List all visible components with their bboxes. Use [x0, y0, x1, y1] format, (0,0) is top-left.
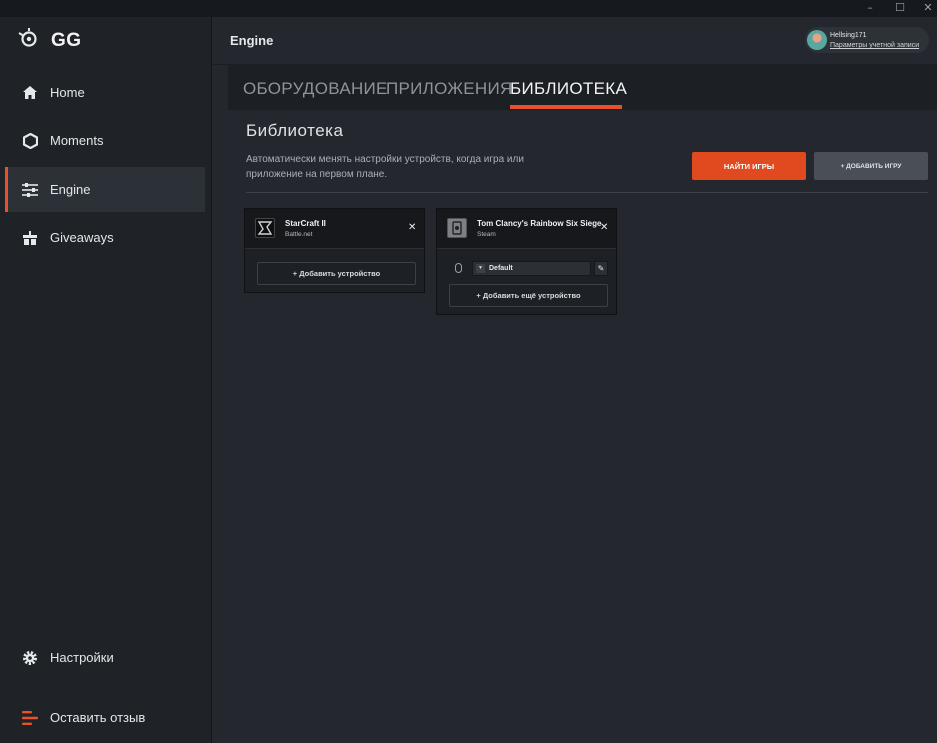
game-platform: Battle.net: [285, 231, 313, 238]
account-username: Hellsing171: [830, 32, 867, 39]
chevron-down-icon: ▼: [476, 264, 485, 273]
gift-icon: [21, 229, 39, 247]
profile-select[interactable]: ▼ Default: [472, 261, 591, 276]
add-device-button[interactable]: + Добавить устройство: [257, 262, 416, 285]
edit-profile-pencil-icon[interactable]: ✎: [594, 261, 608, 276]
tab-apps[interactable]: ПРИЛОЖЕНИЯ: [386, 79, 513, 99]
device-profile-row: ▼ Default ✎: [449, 261, 609, 276]
section-title: Библиотека: [246, 121, 344, 140]
sidebar-item-moments[interactable]: Moments: [5, 118, 205, 163]
remove-game-close-icon[interactable]: ✕: [408, 222, 416, 233]
gg-logo[interactable]: GG: [18, 28, 82, 54]
remove-game-close-icon[interactable]: ✕: [600, 222, 608, 233]
find-games-button[interactable]: НАЙТИ ИГРЫ: [692, 152, 806, 180]
add-game-button[interactable]: + ДОБАВИТЬ ИГРУ: [814, 152, 928, 180]
active-tab-indicator: [510, 105, 622, 109]
gear-icon: [21, 649, 39, 667]
account-settings-link[interactable]: Параметры учетной записи: [830, 42, 919, 49]
game-platform: Steam: [477, 231, 496, 238]
page-header: Engine Hellsing171 Параметры учетной зап…: [213, 17, 937, 65]
minimize-button[interactable]: –: [855, 0, 885, 17]
mouse-icon: [455, 263, 462, 273]
game-name: StarCraft II: [285, 219, 326, 228]
sidebar-item-label: Home: [50, 85, 85, 100]
sliders-icon: [21, 181, 39, 199]
sidebar-item-label: Moments: [50, 133, 104, 148]
sidebar-item-feedback[interactable]: Оставить отзыв: [5, 695, 205, 740]
divider: [246, 192, 928, 193]
maximize-button[interactable]: ☐: [885, 0, 915, 17]
profile-select-value: Default: [489, 265, 513, 272]
avatar[interactable]: [807, 30, 827, 50]
game-card-starcraft: StarCraft II Battle.net ✕ + Добавить уст…: [244, 208, 425, 293]
sidebar-item-settings[interactable]: Настройки: [5, 635, 205, 680]
rainbow-six-game-icon: [447, 218, 467, 238]
tab-library[interactable]: БИБЛИОТЕКА: [510, 79, 627, 99]
game-card-header: Tom Clancy's Rainbow Six Siege Steam ✕: [437, 209, 616, 249]
starcraft-game-icon: [255, 218, 275, 238]
sidebar-item-home[interactable]: Home: [5, 70, 205, 115]
library-description: Автоматически менять настройки устройств…: [246, 154, 524, 180]
add-another-device-button[interactable]: + Добавить ещё устройство: [449, 284, 608, 307]
sidebar-item-giveaways[interactable]: Giveaways: [5, 215, 205, 260]
sidebar-item-label: Giveaways: [50, 230, 114, 245]
feedback-icon: [21, 709, 39, 727]
game-card-header: StarCraft II Battle.net ✕: [245, 209, 424, 249]
window-titlebar: – ☐ ✕: [0, 0, 937, 17]
page-title: Engine: [230, 33, 274, 48]
sidebar-item-label: Настройки: [50, 650, 114, 665]
close-window-button[interactable]: ✕: [913, 0, 937, 17]
game-card-rainbow-six: Tom Clancy's Rainbow Six Siege Steam ✕ ▼…: [436, 208, 617, 315]
account-widget[interactable]: Hellsing171 Параметры учетной записи: [805, 27, 929, 53]
tab-hardware[interactable]: ОБОРУДОВАНИЕ: [243, 79, 388, 99]
sidebar-item-engine[interactable]: Engine: [5, 167, 205, 212]
logo-text: GG: [51, 30, 82, 51]
home-icon: [21, 84, 39, 102]
tab-bar: ОБОРУДОВАНИЕ ПРИЛОЖЕНИЯ БИБЛИОТЕКА: [228, 65, 937, 110]
sidebar-item-label: Оставить отзыв: [50, 710, 146, 725]
game-name: Tom Clancy's Rainbow Six Siege: [477, 219, 602, 228]
sidebar-item-label: Engine: [50, 182, 91, 197]
sidebar: GG Home Moments Engine Giveaways Настрой…: [0, 17, 212, 743]
hexagon-icon: [21, 132, 39, 150]
steelseries-logo-icon: [18, 28, 39, 54]
